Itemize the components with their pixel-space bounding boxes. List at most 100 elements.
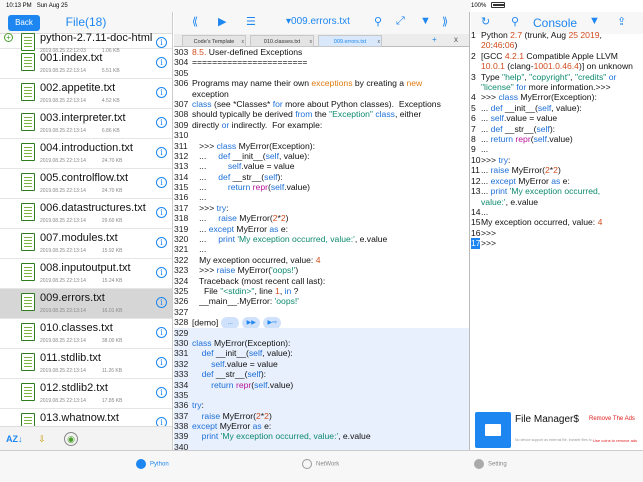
file-row[interactable]: 009.errors.txt 2019.08.25 22:13:14 16.01 … — [0, 289, 172, 319]
share-icon[interactable]: ⇪ — [617, 15, 626, 28]
console-line: 13... print 'My exception occurred, — [471, 186, 601, 197]
file-row[interactable]: 012.stdlib2.txt 2019.08.25 22:13:14 17.85… — [0, 379, 172, 409]
file-row[interactable]: 002.appetite.txt 2019.08.25 22:13:14 4.52… — [0, 79, 172, 109]
console-title: Console — [533, 16, 578, 30]
ad-title: File Manager$ — [515, 414, 579, 425]
file-browser-panel: Back File(18) + python-2.7.11-doc-html 2… — [0, 12, 173, 450]
line-number: 336 — [174, 400, 189, 411]
editor-tab[interactable]: 010.classes.txt x — [250, 35, 314, 47]
page-down-icon[interactable]: ⟫ — [442, 15, 448, 28]
info-icon[interactable]: i — [156, 177, 167, 188]
code-line: 332 self.value = value — [174, 358, 469, 370]
file-row[interactable]: 008.inputoutput.txt 2019.08.25 22:13:14 1… — [0, 259, 172, 289]
file-meta: 2019.08.25 22:13:14 16.01 KB — [40, 308, 123, 314]
console-line: 10.0.1 (clang-1001.0.46.4)] on unknown — [481, 61, 633, 72]
file-row[interactable]: 007.modules.txt 2019.08.25 22:13:14 15.92… — [0, 229, 172, 259]
line-number: 317 — [174, 202, 189, 213]
console-scroll-down-icon[interactable]: ▼ — [589, 15, 600, 27]
battery-icon — [491, 2, 506, 9]
list-icon[interactable]: ☰ — [246, 15, 256, 28]
info-icon[interactable]: i — [156, 387, 167, 398]
file-row[interactable]: 010.classes.txt 2019.08.25 22:13:14 38.00… — [0, 319, 172, 349]
reload-icon[interactable]: ↻ — [481, 15, 490, 28]
sort-az-icon[interactable]: AZ↓ — [6, 431, 23, 447]
file-list[interactable]: + python-2.7.11-doc-html 2019.08.25 22:1… — [0, 29, 172, 437]
line-number: 309 — [174, 119, 189, 130]
file-row[interactable]: 005.controlflow.txt 2019.08.25 22:13:14 2… — [0, 169, 172, 199]
info-icon[interactable]: i — [156, 237, 167, 248]
console-line: 17 >>> — [471, 238, 497, 249]
ad-subtitle: No device support as external file. tran… — [515, 438, 595, 442]
close-all-tabs-icon[interactable]: x — [454, 35, 458, 44]
info-icon[interactable]: i — [156, 57, 167, 68]
file-name: 008.inputoutput.txt — [40, 262, 131, 274]
info-icon[interactable]: i — [156, 267, 167, 278]
remove-ads-button[interactable]: Remove The Ads — [589, 416, 635, 422]
run-icon[interactable]: ▶ — [218, 15, 226, 28]
tab-network[interactable]: NetWork — [302, 459, 339, 469]
fullscreen-icon[interactable]: ⤢ — [396, 15, 405, 28]
file-row[interactable]: + python-2.7.11-doc-html 2019.08.25 22:1… — [0, 29, 172, 54]
file-row[interactable]: 003.interpreter.txt 2019.08.25 22:13:14 6… — [0, 109, 172, 139]
code-line: 338 except MyError as e: — [174, 421, 469, 432]
import-file-icon[interactable]: ⇩ — [34, 431, 50, 447]
line-number: 340 — [174, 441, 189, 450]
expand-icon[interactable]: + — [4, 33, 13, 42]
code-line: 312 ... def __init__(self, value): — [174, 150, 310, 161]
bottom-tab-bar: Python NetWork Setting — [0, 450, 643, 482]
line-number: 315 — [174, 182, 189, 193]
info-icon[interactable]: i — [156, 87, 167, 98]
console-line: 4 >>> class MyError(Exception): — [471, 92, 597, 103]
info-icon[interactable]: i — [156, 37, 167, 48]
info-icon[interactable]: i — [156, 327, 167, 338]
page-up-icon[interactable]: ⟪ — [192, 15, 198, 28]
text-file-icon — [21, 353, 35, 371]
editor-tabs: Code's Template x 010.classes.txt x 009.erro… — [174, 34, 469, 47]
code-line: 333 def __str__(self): — [174, 369, 469, 380]
file-row[interactable]: 001.index.txt 2019.08.25 22:13:14 5.51 KB… — [0, 49, 172, 79]
info-icon[interactable]: i — [156, 117, 167, 128]
code-line: 331 def __init__(self, value): — [174, 348, 469, 359]
search-icon[interactable]: ⚲ — [374, 15, 382, 28]
line-number: 325 — [174, 285, 189, 296]
console-line: 11... raise MyError(2*2) — [471, 165, 561, 176]
scroll-down-icon[interactable]: ▼ — [420, 15, 431, 27]
file-row[interactable]: 011.stdlib.txt 2019.08.25 22:13:14 11.26 … — [0, 349, 172, 379]
console-line: 16 >>> — [471, 227, 497, 238]
file-row[interactable]: 004.introduction.txt 2019.08.25 22:13:14… — [0, 139, 172, 169]
info-icon[interactable]: i — [156, 147, 167, 158]
tab-setting[interactable]: Setting — [474, 459, 507, 469]
editor-file-title[interactable]: ▾009.errors.txt — [286, 16, 350, 27]
line-number: 326 — [174, 296, 189, 307]
add-tab-icon[interactable]: + — [432, 35, 437, 44]
editor-tab[interactable]: 009.errors.txt x — [318, 35, 382, 47]
editor-tab[interactable]: Code's Template x — [182, 35, 246, 47]
info-icon[interactable]: i — [156, 357, 167, 368]
line-number: 330 — [174, 337, 189, 348]
file-name: 007.modules.txt — [40, 232, 118, 244]
file-meta: 2019.08.25 22:13:14 5.51 KB — [40, 68, 120, 74]
text-file-icon — [21, 53, 35, 71]
code-editor[interactable]: 303 8.5. User-defined Exceptions 304 ======… — [174, 47, 469, 450]
line-number: 339 — [174, 431, 189, 442]
ad-banner[interactable]: File Manager$ Remove The Ads No device s… — [475, 412, 641, 448]
file-row[interactable]: 006.datastructures.txt 2019.08.25 22:13:… — [0, 199, 172, 229]
file-meta: 2019.08.25 22:13:14 4.52 KB — [40, 98, 120, 104]
console-line: 10 >>> try: — [471, 154, 511, 165]
code-line: 336 try: — [174, 400, 469, 411]
code-line: 322 My exception occurred, value: 4 — [174, 254, 321, 265]
line-number: 310 — [174, 130, 189, 141]
refresh-icon[interactable]: ◉ — [64, 432, 78, 446]
file-name: 005.controlflow.txt — [40, 172, 129, 184]
info-icon[interactable]: i — [156, 207, 167, 218]
file-meta: 2019.08.25 22:13:14 11.26 KB — [40, 368, 123, 374]
console-search-icon[interactable]: ⚲ — [511, 15, 519, 28]
console-panel: ↻ ⚲ Console ▼ ⇪ 1 Python 2.7 (trunk, Aug … — [471, 12, 643, 450]
tab-python[interactable]: Python — [136, 459, 169, 469]
file-name: 012.stdlib2.txt — [40, 382, 108, 394]
code-line: 334 return repr(self.value) — [174, 379, 469, 390]
line-number: 320 — [174, 234, 189, 245]
console-output[interactable]: 1 Python 2.7 (trunk, Aug 25 2019, 20:46:06… — [471, 30, 643, 249]
info-icon[interactable]: i — [156, 297, 167, 308]
line-number: 306 — [174, 78, 189, 89]
